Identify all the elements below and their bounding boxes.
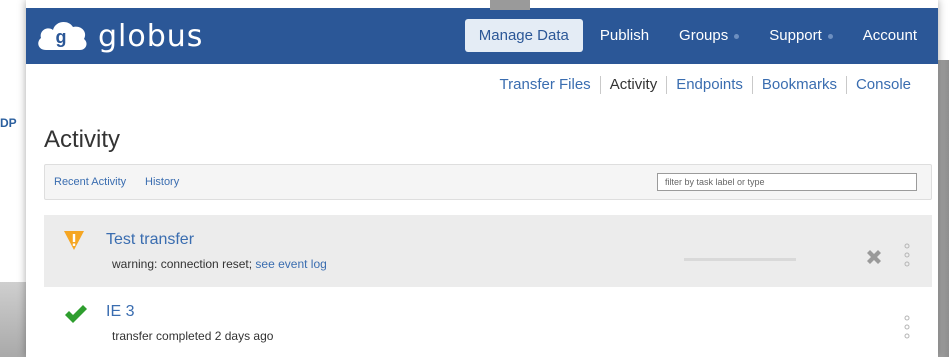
backdrop-text: DP bbox=[0, 116, 17, 130]
nav-publish[interactable]: Publish bbox=[587, 19, 662, 52]
progress-bar bbox=[684, 258, 796, 261]
browser-window: g globus Manage Data Publish Groups Supp… bbox=[26, 0, 938, 357]
status-message: transfer completed 2 days ago bbox=[112, 329, 274, 343]
main-nav: Manage Data Publish Groups Support Accou… bbox=[461, 19, 930, 52]
page-title: Activity bbox=[44, 126, 121, 153]
subnav-transfer-files[interactable]: Transfer Files bbox=[491, 76, 600, 94]
brand-name: globus bbox=[98, 18, 204, 54]
logo-letter: g bbox=[56, 27, 67, 47]
status-message: warning: connection reset; bbox=[112, 257, 256, 271]
secondary-nav: Transfer Files Activity Endpoints Bookma… bbox=[491, 76, 920, 94]
backdrop-top bbox=[490, 0, 530, 10]
nav-support[interactable]: Support bbox=[756, 19, 846, 52]
nav-label: Publish bbox=[599, 27, 650, 44]
top-navbar: g globus Manage Data Publish Groups Supp… bbox=[26, 8, 938, 64]
task-row-ie-3[interactable]: IE 3 transfer completed 2 days ago bbox=[44, 287, 932, 357]
globus-logo[interactable]: g globus bbox=[34, 16, 203, 56]
nav-groups[interactable]: Groups bbox=[666, 19, 752, 52]
more-options-icon[interactable] bbox=[904, 315, 910, 339]
filter-input[interactable]: filter by task label or type bbox=[657, 173, 917, 191]
subnav-activity[interactable]: Activity bbox=[599, 76, 667, 94]
subnav-bookmarks[interactable]: Bookmarks bbox=[751, 76, 846, 94]
task-status-text: warning: connection reset; see event log bbox=[112, 257, 327, 271]
dropdown-dot-icon bbox=[827, 33, 833, 39]
more-options-icon[interactable] bbox=[904, 243, 910, 267]
nav-label: Groups bbox=[679, 27, 729, 44]
warning-icon bbox=[64, 231, 84, 250]
nav-manage-data[interactable]: Manage Data bbox=[464, 19, 583, 52]
nav-label: Support bbox=[769, 27, 822, 44]
task-title[interactable]: Test transfer bbox=[106, 231, 194, 249]
subnav-console[interactable]: Console bbox=[845, 76, 920, 94]
subnav-endpoints[interactable]: Endpoints bbox=[666, 76, 752, 94]
globus-cloud-icon: g bbox=[38, 21, 87, 50]
task-row-test-transfer[interactable]: Test transfer warning: connection reset;… bbox=[44, 215, 932, 287]
event-log-link[interactable]: see event log bbox=[255, 257, 326, 271]
nav-label: Manage Data bbox=[478, 27, 569, 44]
cancel-x-icon[interactable] bbox=[864, 247, 884, 267]
task-title[interactable]: IE 3 bbox=[106, 303, 134, 321]
nav-account[interactable]: Account bbox=[850, 19, 930, 52]
dropdown-dot-icon bbox=[734, 33, 740, 39]
tab-history[interactable]: History bbox=[145, 176, 179, 188]
activity-tabbar: Recent Activity History filter by task l… bbox=[44, 164, 932, 200]
tab-recent-activity[interactable]: Recent Activity bbox=[54, 176, 126, 188]
nav-label: Account bbox=[862, 27, 917, 44]
task-status-text: transfer completed 2 days ago bbox=[112, 329, 273, 343]
check-icon bbox=[65, 305, 87, 323]
